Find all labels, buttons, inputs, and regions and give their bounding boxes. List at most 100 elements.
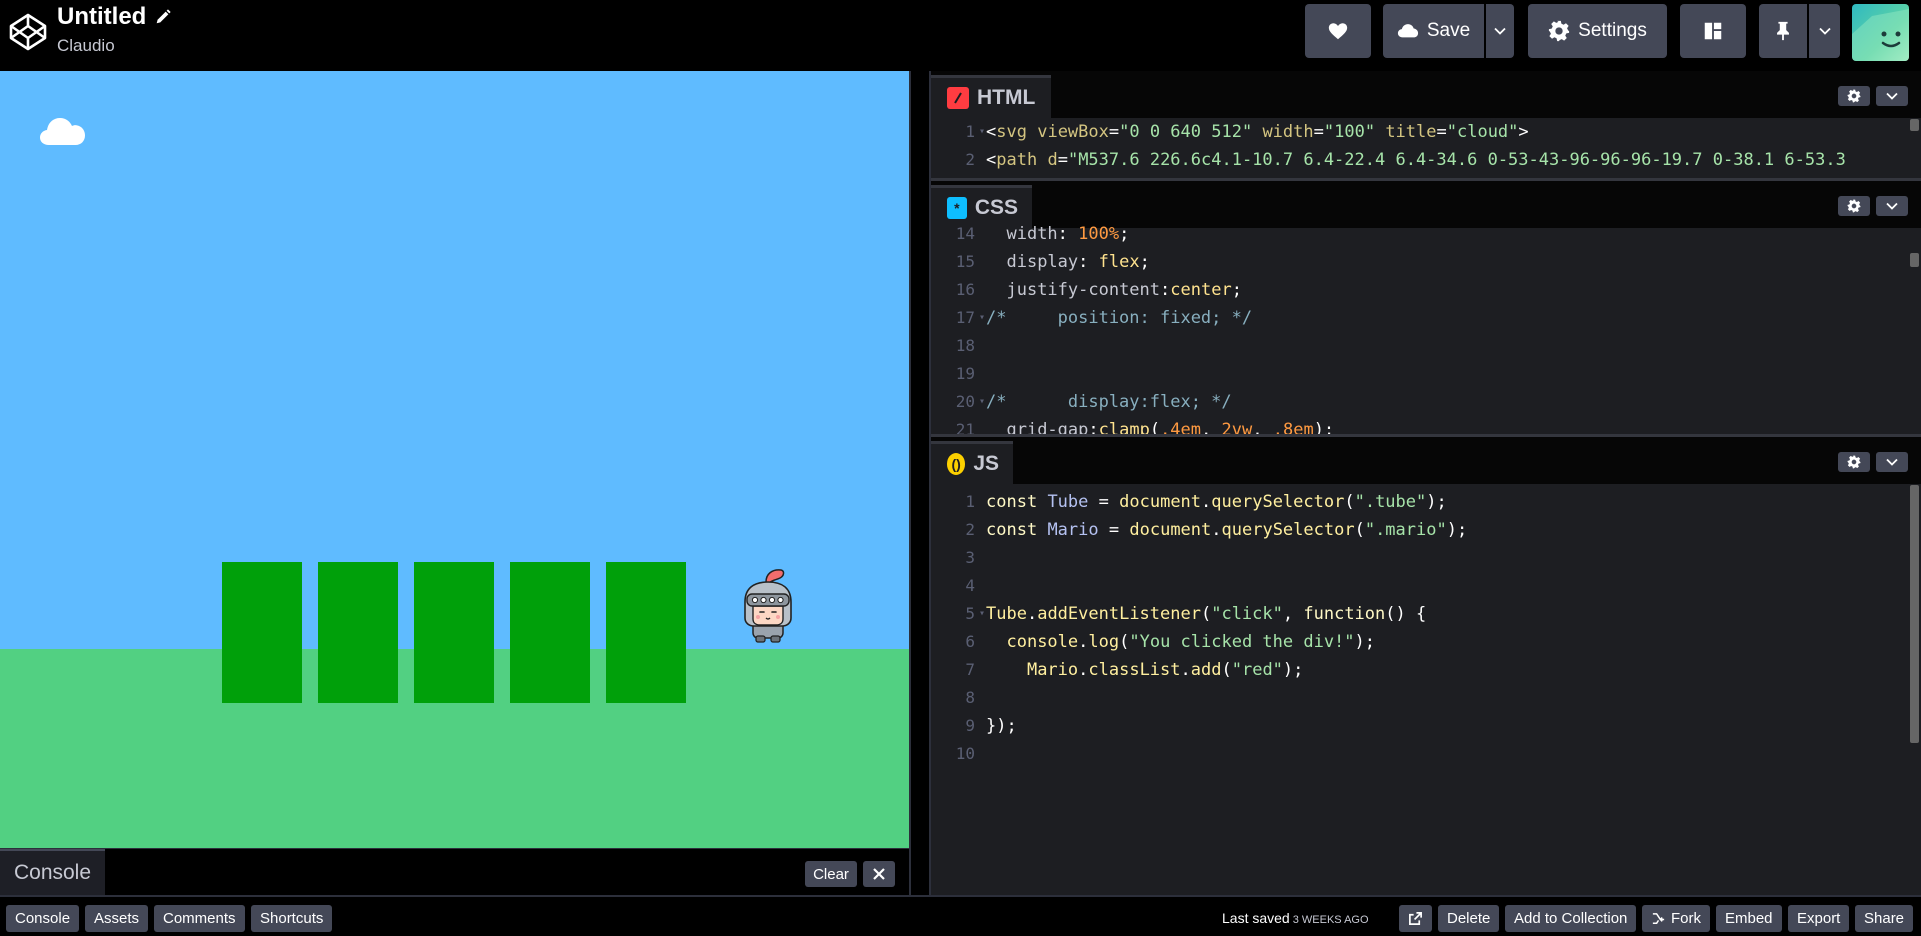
code-line[interactable]: 15 display: flex; (931, 248, 1921, 276)
line-number: 21 (955, 420, 975, 434)
fold-arrow-icon[interactable]: ▾ (979, 600, 985, 628)
line-number: 7 (965, 660, 975, 679)
code-text: const Tube = document.querySelector(".tu… (986, 492, 1447, 512)
fork-button[interactable]: Fork (1642, 905, 1710, 932)
code-line[interactable]: 8 (931, 684, 1921, 712)
code-text: }); (986, 716, 1017, 736)
change-view-button[interactable] (1680, 4, 1746, 58)
fork-label: Fork (1671, 910, 1701, 927)
code-line[interactable]: 21 grid-gap:clamp(.4em, 2vw, .8em); (931, 416, 1921, 434)
heart-button[interactable] (1305, 4, 1371, 58)
chevron-down-icon (1886, 458, 1898, 466)
code-line[interactable]: 7 Mario.classList.add("red"); (931, 656, 1921, 684)
css-settings-button[interactable] (1838, 196, 1870, 216)
pane-resizer[interactable] (909, 71, 931, 895)
line-number: 2 (965, 520, 975, 539)
code-line[interactable]: 20 ▾/* display:flex; */ (931, 388, 1921, 416)
user-avatar[interactable] (1852, 4, 1909, 61)
code-line[interactable]: 17 ▾/* position: fixed; */ (931, 304, 1921, 332)
close-icon (873, 868, 885, 880)
tube[interactable] (222, 562, 302, 703)
css-collapse-button[interactable] (1876, 196, 1908, 216)
code-line[interactable]: 2 const Mario = document.querySelector(".… (931, 516, 1921, 544)
code-line[interactable]: 14 width: 100%; (931, 220, 1921, 248)
knight-character-icon[interactable] (738, 568, 798, 643)
code-text: <path d="M537.6 226.6c4.1-10.7 6.4-22.4 … (986, 150, 1846, 170)
js-editor[interactable]: () JS 1 const Tube = document.querySelect… (931, 437, 1921, 895)
top-header: Untitled Claudio Save Settings (0, 0, 1921, 71)
code-line[interactable]: 9}); (931, 712, 1921, 740)
cloud-icon (1397, 24, 1418, 38)
css-editor[interactable]: * CSS 14 width: 100%; 15 display: flex; 16… (931, 181, 1921, 434)
open-external-button[interactable] (1399, 905, 1432, 932)
code-line[interactable]: 1 ▾ <svg viewBox="0 0 640 512" width="100"… (931, 118, 1921, 146)
code-line[interactable]: 18 (931, 332, 1921, 360)
line-number: 1 (965, 492, 975, 511)
html-collapse-button[interactable] (1876, 86, 1908, 106)
edit-pencil-icon[interactable] (154, 8, 172, 26)
html-settings-button[interactable] (1838, 86, 1870, 106)
console-tab[interactable]: Console (0, 849, 105, 895)
last-saved-ago: 3 weeks ago (1292, 914, 1369, 926)
code-text: width: 100%; (1006, 224, 1130, 244)
html-editor-label: HTML (977, 86, 1036, 109)
pen-title[interactable]: Untitled (57, 3, 146, 31)
code-line[interactable]: 5 ▾ Tube.addEventListener("click", functio… (931, 600, 1921, 628)
save-button[interactable]: Save (1383, 4, 1484, 58)
code-text: Mario.classList.add("red"); (1026, 660, 1304, 680)
tube[interactable] (606, 562, 686, 703)
footer-shortcuts-button[interactable]: Shortcuts (251, 905, 333, 932)
code-line[interactable]: 16 justify-content:center; (931, 276, 1921, 304)
code-text: <svg viewBox="0 0 640 512" width="100" t… (986, 122, 1529, 142)
code-line[interactable]: 2 <path d="M537.6 226.6c4.1-10.7 6.4-22.4… (931, 146, 1921, 174)
footer-comments-button[interactable]: Comments (154, 905, 245, 932)
fold-arrow-icon[interactable]: ▾ (979, 118, 985, 146)
tube[interactable] (318, 562, 398, 703)
tube[interactable] (414, 562, 494, 703)
html-editor-tab[interactable]: HTML (931, 75, 1051, 118)
line-number: 16 (955, 280, 975, 299)
delete-button[interactable]: Delete (1438, 905, 1500, 932)
js-editor-label: JS (973, 452, 999, 475)
code-line[interactable]: 4 (931, 572, 1921, 600)
pin-button[interactable] (1759, 4, 1807, 58)
save-options-button[interactable] (1486, 4, 1514, 58)
html-editor[interactable]: HTML 1 ▾ <svg viewBox="0 0 640 512" width=… (931, 71, 1921, 178)
code-line[interactable]: 1 const Tube = document.querySelector(".t… (931, 488, 1921, 516)
line-number: 4 (965, 576, 975, 595)
fork-icon (1652, 913, 1665, 924)
footer-assets-button[interactable]: Assets (85, 905, 149, 932)
avatar-face-icon (1852, 9, 1909, 61)
js-scrollbar[interactable] (1910, 485, 1919, 743)
line-number: 15 (955, 252, 975, 271)
close-console-button[interactable] (863, 861, 895, 887)
code-line[interactable]: 6 console.log("You clicked the div!"); (931, 628, 1921, 656)
pin-options-button[interactable] (1809, 4, 1840, 58)
add-to-collection-button[interactable]: Add to Collection (1505, 905, 1637, 932)
pin-icon (1777, 21, 1789, 41)
line-number: 14 (955, 224, 975, 243)
embed-button[interactable]: Embed (1716, 905, 1782, 932)
fold-arrow-icon[interactable]: ▾ (979, 388, 985, 416)
code-line[interactable]: 10 (931, 740, 1921, 768)
html-scrollbar[interactable] (1910, 119, 1919, 131)
clear-console-button[interactable]: Clear (805, 861, 857, 887)
result-preview[interactable] (0, 71, 909, 848)
codepen-logo-icon[interactable] (8, 12, 48, 52)
footer-console-button[interactable]: Console (6, 905, 80, 932)
js-collapse-button[interactable] (1876, 452, 1908, 472)
author-name[interactable]: Claudio (57, 36, 115, 56)
export-button[interactable]: Export (1788, 905, 1850, 932)
code-text: grid-gap:clamp(.4em, 2vw, .8em); (1006, 420, 1335, 434)
js-editor-tab[interactable]: () JS (931, 441, 1013, 484)
css-scrollbar[interactable] (1910, 253, 1919, 267)
tube[interactable] (510, 562, 590, 703)
js-settings-button[interactable] (1838, 452, 1870, 472)
share-button[interactable]: Share (1855, 905, 1914, 932)
code-line[interactable]: 19 (931, 360, 1921, 388)
fold-arrow-icon[interactable]: ▾ (979, 304, 985, 332)
line-number: 17 (955, 308, 975, 327)
settings-button[interactable]: Settings (1528, 4, 1667, 58)
code-line[interactable]: 3 (931, 544, 1921, 572)
html-editor-header: HTML (931, 71, 1921, 118)
